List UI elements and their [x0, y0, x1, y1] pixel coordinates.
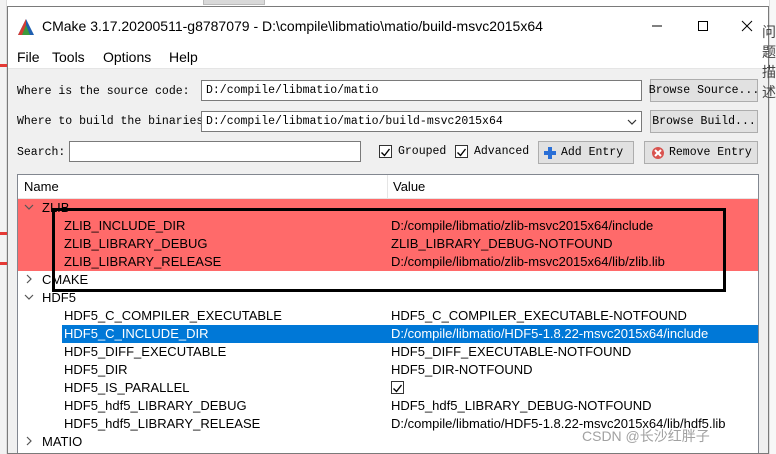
background-text: 问题描述: — [762, 25, 776, 101]
cache-tree[interactable]: Name Value ZLIB ZLIB_INCLUDE_DIR D:/comp… — [17, 174, 759, 453]
background-red-mark — [0, 64, 7, 67]
checkmark-icon — [381, 148, 391, 157]
minimize-icon — [652, 25, 662, 27]
title-bar[interactable]: CMake 3.17.20200511-g8787079 - D:\compil… — [8, 7, 768, 45]
checkmark-icon — [393, 384, 403, 393]
checkmark-icon — [457, 148, 467, 157]
menu-bar: File Tools Options Help — [8, 45, 768, 69]
remove-entry-label: Remove Entry — [669, 146, 752, 159]
source-label: Where is the source code: — [17, 85, 190, 98]
entry-value: D:/compile/libmatio/HDF5-1.8.22-msvc2015… — [391, 326, 709, 341]
menu-options[interactable]: Options — [103, 49, 151, 65]
entry-value: HDF5_C_COMPILER_EXECUTABLE-NOTFOUND — [391, 308, 687, 323]
entry-name: ZLIB_LIBRARY_DEBUG — [64, 236, 208, 251]
grouped-label[interactable]: Grouped — [398, 145, 446, 158]
value-column-header[interactable]: Value — [393, 179, 425, 194]
tree-row[interactable]: HDF5_DIR HDF5_DIR-NOTFOUND — [18, 361, 758, 379]
group-label: HDF5 — [42, 290, 76, 305]
maximize-button[interactable] — [680, 7, 726, 45]
window-title: CMake 3.17.20200511-g8787079 - D:\compil… — [42, 18, 543, 34]
group-label: CMAKE — [42, 272, 89, 287]
chevron-down-icon[interactable] — [24, 202, 34, 212]
entry-value: HDF5_DIR-NOTFOUND — [391, 362, 533, 377]
add-entry-label: Add Entry — [561, 146, 624, 159]
group-label: MATIO — [42, 434, 83, 449]
menu-help[interactable]: Help — [169, 49, 198, 65]
tree-header: Name Value — [18, 175, 758, 199]
entry-name: ZLIB_INCLUDE_DIR — [64, 218, 186, 233]
menu-tools[interactable]: Tools — [52, 49, 85, 65]
build-path-combobox[interactable]: D:/compile/libmatio/matio/build-msvc2015… — [201, 111, 642, 132]
cmake-window: CMake 3.17.20200511-g8787079 - D:\compil… — [7, 6, 769, 454]
entry-value: ZLIB_LIBRARY_DEBUG-NOTFOUND — [391, 236, 613, 251]
group-label: ZLIB — [42, 200, 70, 215]
chevron-right-icon[interactable] — [24, 274, 34, 284]
background-window-left — [0, 0, 7, 454]
entry-value: HDF5_hdf5_LIBRARY_DEBUG-NOTFOUND — [391, 398, 652, 413]
source-path-input[interactable]: D:/compile/libmatio/matio — [201, 80, 642, 101]
background-red-mark — [0, 262, 7, 265]
minimize-button[interactable] — [634, 7, 680, 45]
tree-row[interactable]: HDF5_hdf5_LIBRARY_DEBUG HDF5_hdf5_LIBRAR… — [18, 397, 758, 415]
menu-file[interactable]: File — [17, 49, 40, 65]
tree-group-hdf5[interactable]: HDF5 — [18, 289, 758, 307]
search-label: Search: — [17, 146, 66, 159]
close-icon — [741, 20, 753, 32]
name-column-header[interactable]: Name — [24, 179, 59, 194]
advanced-checkbox[interactable] — [455, 145, 468, 158]
entry-name: HDF5_IS_PARALLEL — [64, 380, 190, 395]
entry-name: HDF5_hdf5_LIBRARY_DEBUG — [64, 398, 247, 413]
column-divider[interactable] — [387, 175, 388, 199]
watermark-text: CSDN @长沙红胖子 — [582, 428, 710, 444]
entry-value: D:/compile/libmatio/zlib-msvc2015x64/lib… — [391, 254, 665, 269]
entry-name: HDF5_hdf5_LIBRARY_RELEASE — [64, 416, 261, 431]
remove-icon — [652, 146, 664, 159]
tree-group-cmake[interactable]: CMAKE — [18, 271, 758, 289]
tree-row[interactable]: ZLIB_LIBRARY_DEBUG ZLIB_LIBRARY_DEBUG-NO… — [18, 235, 758, 253]
add-entry-button[interactable]: Add Entry — [538, 141, 634, 164]
tree-row[interactable]: HDF5_IS_PARALLEL — [18, 379, 758, 397]
tree-row[interactable]: ZLIB_LIBRARY_RELEASE D:/compile/libmatio… — [18, 253, 758, 271]
build-path-value: D:/compile/libmatio/matio/build-msvc2015… — [206, 115, 503, 128]
tree-row[interactable]: HDF5_DIFF_EXECUTABLE HDF5_DIFF_EXECUTABL… — [18, 343, 758, 361]
tree-row-selected[interactable]: HDF5_C_INCLUDE_DIR D:/compile/libmatio/H… — [18, 325, 758, 343]
advanced-label[interactable]: Advanced — [474, 145, 529, 158]
background-window-top — [203, 0, 265, 5]
background-red-mark — [0, 232, 7, 235]
grouped-checkbox[interactable] — [379, 145, 392, 158]
tree-row[interactable]: HDF5_C_COMPILER_EXECUTABLE HDF5_C_COMPIL… — [18, 307, 758, 325]
plus-icon — [544, 146, 556, 159]
entry-name: HDF5_C_COMPILER_EXECUTABLE — [64, 308, 282, 323]
remove-entry-button[interactable]: Remove Entry — [644, 141, 758, 164]
build-label: Where to build the binaries: — [17, 115, 211, 128]
entry-name: HDF5_C_INCLUDE_DIR — [64, 326, 209, 341]
cmake-logo-icon — [18, 19, 34, 35]
entry-name: HDF5_DIR — [64, 362, 128, 377]
entry-value: D:/compile/libmatio/zlib-msvc2015x64/inc… — [391, 218, 654, 233]
chevron-right-icon[interactable] — [24, 436, 34, 446]
entry-name: ZLIB_LIBRARY_RELEASE — [64, 254, 222, 269]
chevron-down-icon[interactable] — [24, 292, 34, 302]
tree-row[interactable]: ZLIB_INCLUDE_DIR D:/compile/libmatio/zli… — [18, 217, 758, 235]
browse-build-button[interactable]: Browse Build... — [650, 110, 758, 133]
entry-value: HDF5_DIFF_EXECUTABLE-NOTFOUND — [391, 344, 632, 359]
search-input[interactable] — [69, 141, 361, 162]
browse-source-button[interactable]: Browse Source... — [649, 79, 759, 102]
maximize-icon — [698, 21, 708, 31]
value-checkbox[interactable] — [391, 381, 404, 394]
tree-group-zlib[interactable]: ZLIB — [18, 199, 758, 217]
entry-name: HDF5_DIFF_EXECUTABLE — [64, 344, 227, 359]
chevron-down-icon[interactable] — [627, 117, 637, 127]
